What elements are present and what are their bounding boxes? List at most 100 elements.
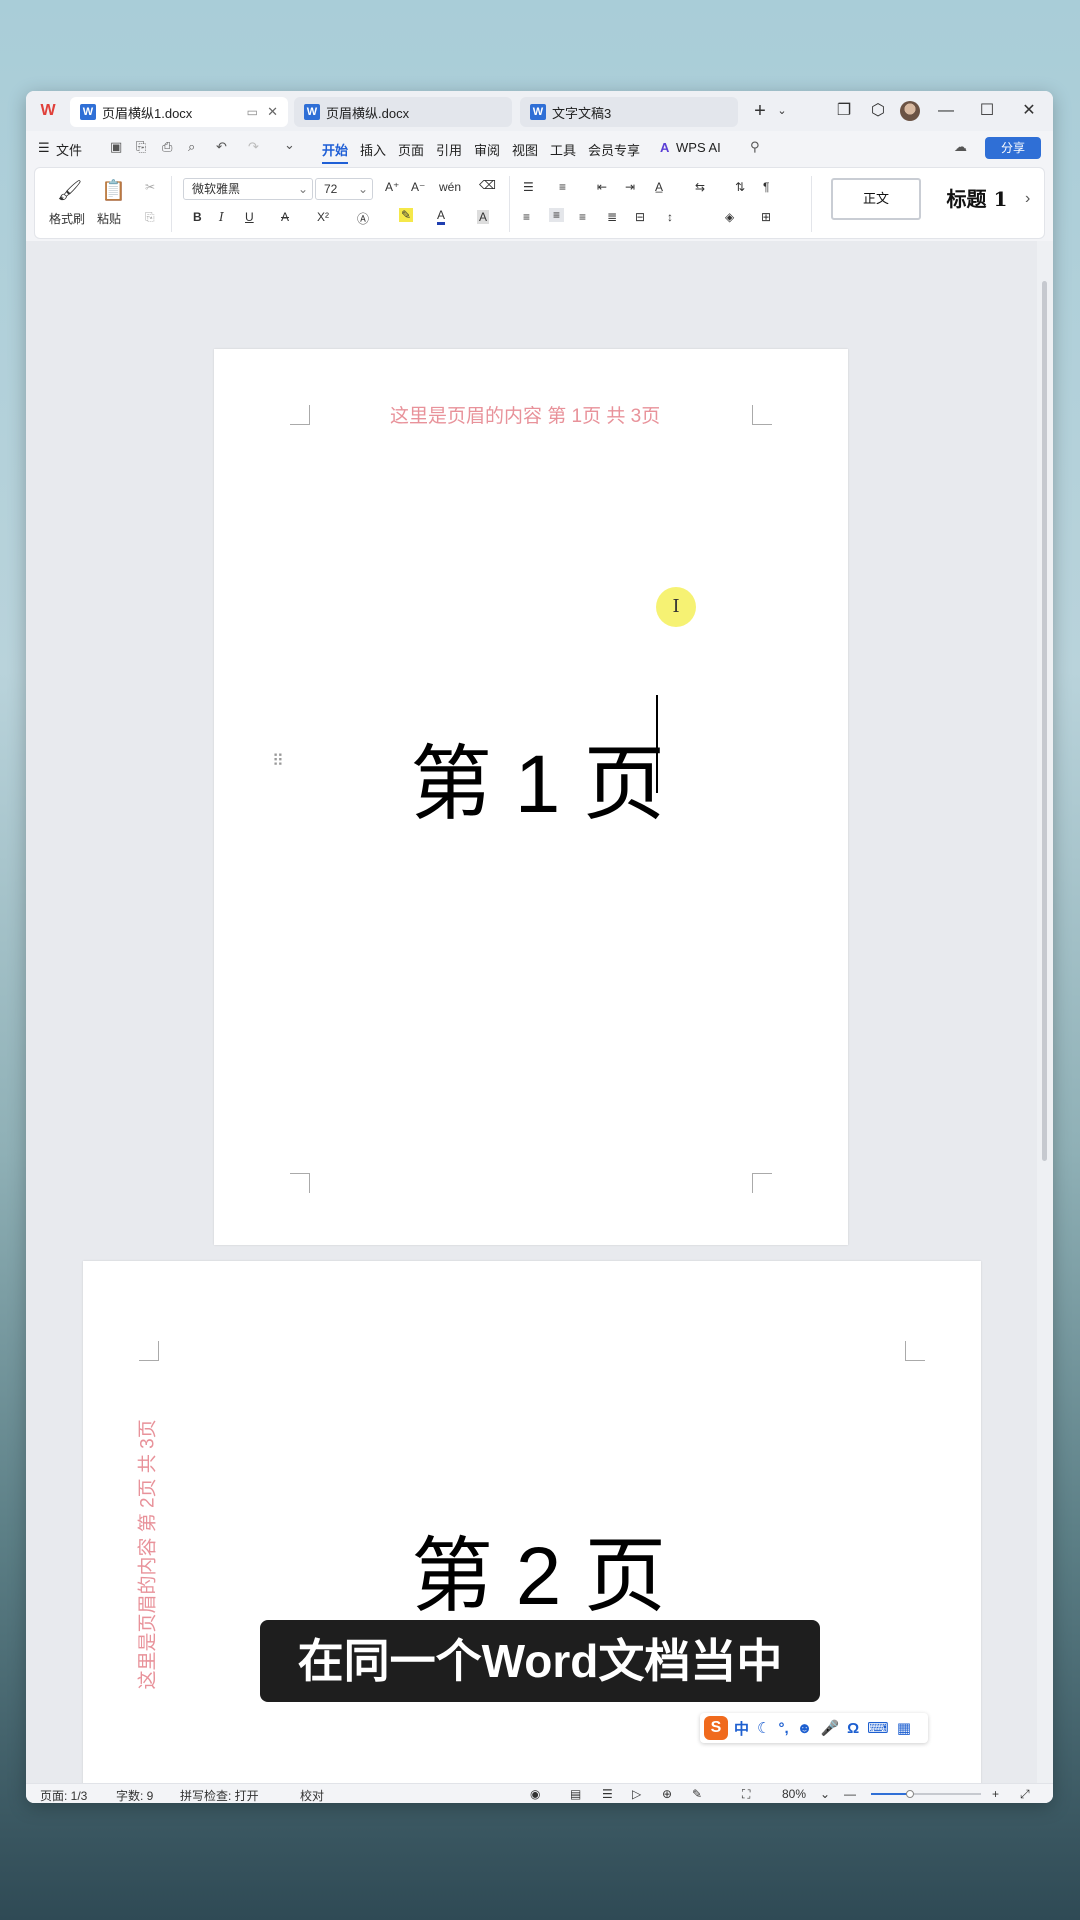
phonetic-guide-icon[interactable]: wén xyxy=(439,180,461,194)
cloud-upload-icon[interactable]: ☁ xyxy=(954,139,967,155)
shrink-font-icon[interactable]: A⁻ xyxy=(411,180,425,194)
wps-ai-button[interactable]: WPS AI xyxy=(676,140,721,155)
vertical-scrollbar[interactable] xyxy=(1037,241,1053,1783)
tab-view[interactable]: 视图 xyxy=(512,140,538,159)
file-menu[interactable]: 文件 xyxy=(56,140,82,159)
format-painter-icon[interactable]: 🖌 xyxy=(57,178,82,203)
zoom-in-button[interactable]: + xyxy=(992,1787,999,1801)
grid-icon[interactable]: ▦ xyxy=(897,1719,911,1737)
tab-membership[interactable]: 会员专享 xyxy=(588,140,640,159)
keyboard-icon[interactable]: ⌨ xyxy=(867,1719,889,1737)
show-marks-icon[interactable]: ¶ xyxy=(763,180,769,194)
copy-icon[interactable]: ⎘ xyxy=(145,210,155,225)
print-icon[interactable]: ⎙ xyxy=(162,139,172,155)
page-count[interactable]: 页面: 1/3 xyxy=(40,1787,87,1803)
page-view-icon[interactable]: ▤ xyxy=(570,1787,581,1801)
close-tab-icon[interactable]: ✕ xyxy=(267,104,278,120)
pen-icon[interactable]: ✎ xyxy=(692,1787,702,1801)
wps-ai-icon[interactable]: A xyxy=(660,140,669,155)
page-header-text[interactable]: 这里是页眉的内容 第 1页 共 3页 xyxy=(390,401,660,428)
text-effect-icon[interactable]: Ⓐ xyxy=(357,210,369,227)
font-size-select[interactable]: 72 ⌄ xyxy=(315,178,373,200)
cube-icon[interactable]: ⬡ xyxy=(866,99,890,123)
tab-tools[interactable]: 工具 xyxy=(550,140,576,159)
search-icon[interactable]: ⚲ xyxy=(750,139,760,155)
wps-logo-icon[interactable]: W xyxy=(36,101,60,121)
style-normal[interactable]: 正文 xyxy=(831,178,921,220)
tab-doc2[interactable]: W 页眉横纵.docx xyxy=(294,97,512,127)
decrease-indent-icon[interactable]: ⇤ xyxy=(597,180,607,194)
print-preview-icon[interactable]: ⌕ xyxy=(188,139,195,155)
spellcheck-status[interactable]: 拼写检查: 打开 xyxy=(180,1787,259,1803)
grow-font-icon[interactable]: A⁺ xyxy=(385,180,399,194)
shading-icon[interactable]: ◈ xyxy=(725,210,734,224)
omega-icon[interactable]: Ω xyxy=(847,1720,859,1737)
sort-icon[interactable]: ⇅ xyxy=(735,180,745,194)
drag-handle-icon[interactable]: ⠿ xyxy=(272,751,284,771)
share-button[interactable]: 分享 xyxy=(985,137,1041,159)
undo-icon[interactable]: ↶ xyxy=(216,139,227,155)
avatar[interactable] xyxy=(900,101,920,121)
tab-home[interactable]: 开始 xyxy=(322,140,349,164)
page-2[interactable]: 这里是页眉的内容 第 2页 共 3页 第 2 页 xyxy=(83,1261,981,1783)
eye-icon[interactable]: ◉ xyxy=(530,1787,540,1801)
char-shading-icon[interactable]: A xyxy=(477,210,490,224)
align-right-icon[interactable]: ≡ xyxy=(579,210,586,224)
align-center-icon[interactable]: ≡ xyxy=(549,208,565,222)
tab-window-icon[interactable]: ▭ xyxy=(247,105,258,119)
export-icon[interactable]: ⎘ xyxy=(136,139,146,155)
redo-icon[interactable]: ↷ xyxy=(248,139,259,155)
distribute-icon[interactable]: ⊟ xyxy=(635,210,645,224)
moon-icon[interactable]: ☾ xyxy=(757,1719,770,1737)
align-left-icon[interactable]: ≡ xyxy=(523,210,530,224)
superscript-icon[interactable]: X² xyxy=(317,210,329,224)
document-area[interactable]: 这里是页眉的内容 第 1页 共 3页 ⠿ 第 1 页 I 这里是页眉的内容 第 … xyxy=(26,241,1037,1783)
page-body-text[interactable]: 第 1 页 xyxy=(410,717,665,836)
tab-reference[interactable]: 引用 xyxy=(436,140,462,159)
scrollbar-thumb[interactable] xyxy=(1042,281,1047,1161)
chevron-right-icon[interactable]: › xyxy=(1025,190,1030,208)
tab-doc1[interactable]: W 页眉横纵1.docx ▭ ✕ xyxy=(70,97,288,127)
zoom-value[interactable]: 80% xyxy=(782,1787,806,1801)
ime-mode-toggle[interactable]: 中 xyxy=(734,1718,749,1739)
format-painter-button[interactable]: 格式刷 xyxy=(49,210,85,227)
more-chevron-icon[interactable]: ⌄ xyxy=(284,137,295,153)
emoji-icon[interactable]: ☻ xyxy=(797,1720,813,1737)
paste-button[interactable]: 粘贴 xyxy=(97,210,121,227)
line-spacing-icon[interactable]: ↕ xyxy=(667,210,673,224)
zoom-dropdown-icon[interactable]: ⌄ xyxy=(820,1787,830,1801)
new-tab-button[interactable]: + xyxy=(748,99,772,123)
maximize-button[interactable]: ☐ xyxy=(975,99,999,123)
word-count[interactable]: 字数: 9 xyxy=(116,1787,153,1803)
window-layout-icon[interactable]: ❐ xyxy=(832,99,856,123)
strikethrough-icon[interactable]: A xyxy=(281,210,289,224)
justify-icon[interactable]: ≣ xyxy=(607,210,617,224)
fullscreen-icon[interactable]: ⤢ xyxy=(1020,1787,1030,1802)
bullet-list-icon[interactable]: ☰ xyxy=(523,180,534,194)
close-window-button[interactable]: ✕ xyxy=(1017,99,1041,123)
zoom-slider[interactable] xyxy=(871,1790,981,1798)
tab-list-chevron-icon[interactable]: ⌄ xyxy=(770,99,794,123)
tab-doc3[interactable]: W 文字文稿3 xyxy=(520,97,738,127)
italic-icon[interactable]: I xyxy=(219,210,224,224)
chinese-layout-icon[interactable]: A̲ xyxy=(655,180,663,194)
tab-page[interactable]: 页面 xyxy=(398,140,424,159)
highlight-icon[interactable]: ✎ xyxy=(399,208,414,222)
vertical-header-text[interactable]: 这里是页眉的内容 第 2页 共 3页 xyxy=(133,1400,160,1689)
play-icon[interactable]: ▷ xyxy=(632,1787,641,1801)
clear-format-icon[interactable]: ⌫ xyxy=(479,178,496,192)
border-icon[interactable]: ⊞ xyxy=(761,210,771,224)
save-icon[interactable]: ▣ xyxy=(110,139,122,155)
zoom-out-button[interactable]: — xyxy=(844,1787,856,1801)
cut-icon[interactable]: ✂ xyxy=(145,180,155,194)
zoom-slider-knob[interactable] xyxy=(905,1790,914,1798)
menu-icon[interactable]: ☰ xyxy=(38,140,50,156)
tab-review[interactable]: 审阅 xyxy=(474,140,500,159)
sogou-logo-icon[interactable]: S xyxy=(704,1716,728,1740)
punctuation-icon[interactable]: °, xyxy=(778,1720,788,1737)
minimize-button[interactable]: — xyxy=(934,99,958,123)
font-color-icon[interactable]: A xyxy=(437,208,446,225)
page-body-text[interactable]: 第 2 页 xyxy=(411,1509,666,1628)
bold-icon[interactable]: B xyxy=(193,210,202,224)
page-1[interactable]: 这里是页眉的内容 第 1页 共 3页 ⠿ 第 1 页 I xyxy=(214,349,848,1245)
